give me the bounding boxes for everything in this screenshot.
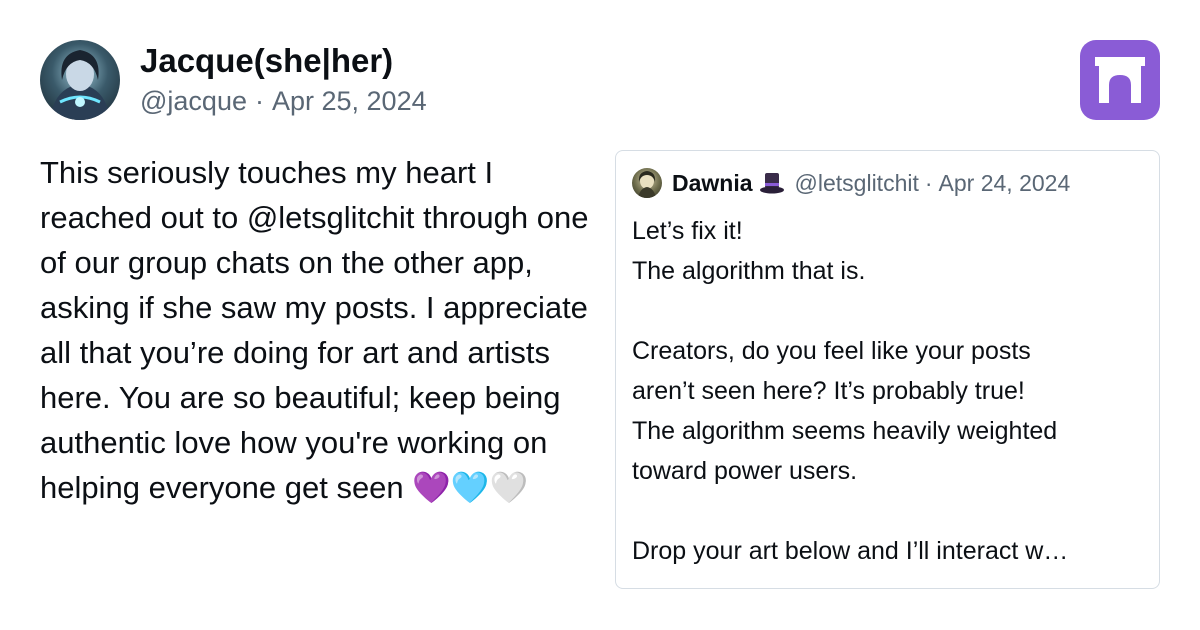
quote-separator: ·	[924, 169, 933, 196]
avatar-image	[50, 50, 110, 120]
arch-logo-icon	[1095, 57, 1145, 103]
quote-line: toward power users.	[632, 457, 858, 485]
quote-line: Creators, do you feel like your posts	[632, 337, 1031, 365]
quote-line: Let’s fix it!	[632, 217, 743, 245]
quote-header: Dawnia @letsglitchit · Apr 24, 2024	[632, 167, 1070, 199]
author-handle[interactable]: @jacque	[140, 86, 247, 116]
author-meta: @jacque · Apr 25, 2024	[140, 86, 427, 117]
quote-date[interactable]: Apr 24, 2024	[939, 170, 1071, 197]
avatar[interactable]	[40, 40, 120, 120]
post-body: This seriously touches my heart I reache…	[40, 155, 598, 505]
purple-heart-emoji: 💜	[412, 470, 451, 505]
post-text: This seriously touches my heart I reache…	[40, 150, 590, 510]
quote-line-blank	[632, 291, 1147, 331]
meta-separator: ·	[254, 86, 264, 116]
quote-avatar[interactable]	[632, 168, 662, 198]
app-logo[interactable]	[1080, 40, 1160, 120]
post-date[interactable]: Apr 25, 2024	[272, 86, 427, 116]
emoji-tail: 🩵🤍	[450, 470, 529, 505]
top-hat-icon	[759, 171, 785, 195]
quote-line: aren’t seen here? It’s probably true!	[632, 377, 1025, 405]
quote-handle[interactable]: @letsglitchit	[795, 170, 919, 197]
quote-line: Drop your art below and I’ll interact w…	[632, 537, 1069, 565]
author-name[interactable]: Jacque(she|her)	[140, 42, 393, 80]
quote-body: Let’s fix it! The algorithm that is. Cre…	[632, 211, 1147, 571]
quoted-post-card[interactable]: Dawnia @letsglitchit · Apr 24, 2024 Let’…	[615, 150, 1160, 589]
quote-author-name[interactable]: Dawnia	[672, 170, 753, 197]
quote-line: The algorithm that is.	[632, 257, 866, 285]
quote-avatar-image	[638, 171, 656, 198]
quote-line-blank	[632, 491, 1147, 531]
quote-line: The algorithm seems heavily weighted	[632, 417, 1058, 445]
